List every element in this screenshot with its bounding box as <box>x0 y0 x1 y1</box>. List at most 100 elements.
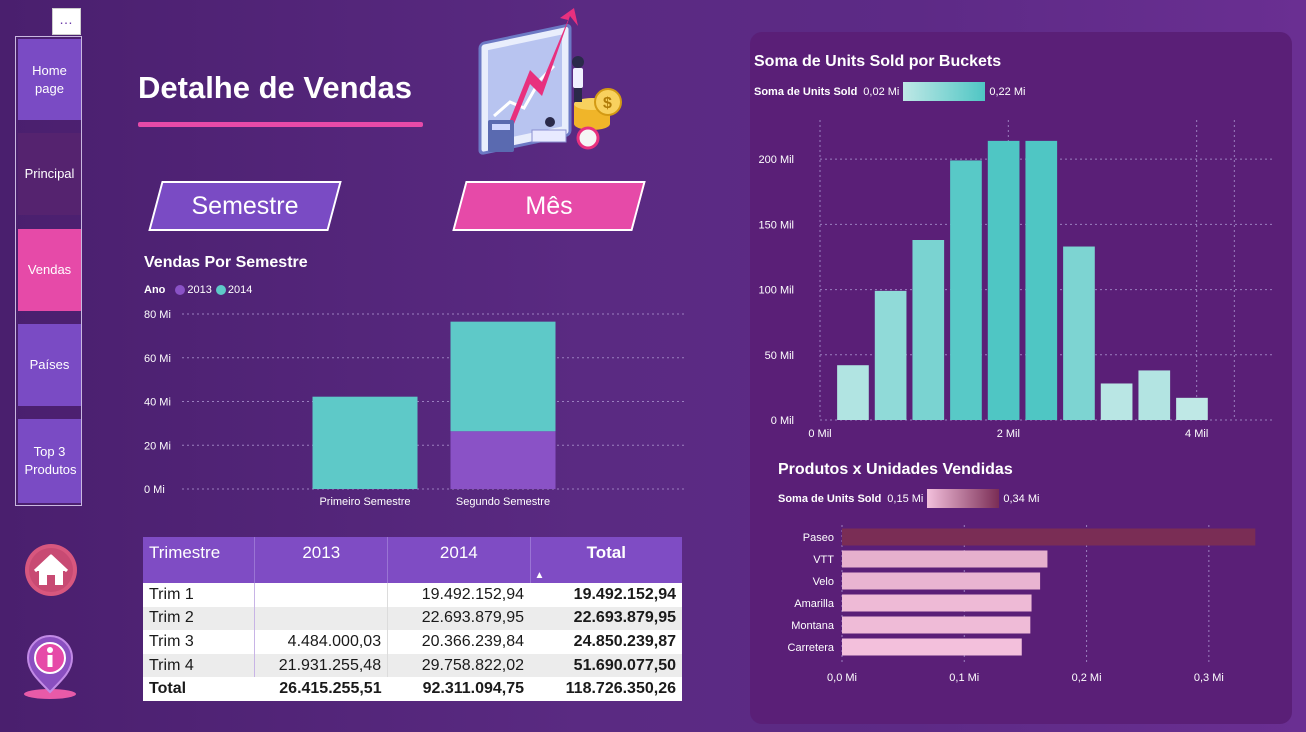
legend-min: 0,15 Mi <box>887 492 924 505</box>
bucket-bar-9 <box>1138 370 1171 420</box>
x-tick-label: Primeiro Semestre <box>319 496 410 508</box>
x-tick-label: 0,3 Mi <box>1194 672 1224 684</box>
cell-total: 19.492.152,94 <box>530 583 682 607</box>
more-options-button[interactable]: … <box>52 8 81 35</box>
product-bar-amarilla <box>842 594 1032 612</box>
y-tick-label: Paseo <box>803 532 834 544</box>
legend-swatch-2014 <box>215 285 226 295</box>
y-tick-label: 150 Mil <box>759 219 794 231</box>
y-tick-label: Velo <box>813 576 834 588</box>
table-row[interactable]: Trim 2 22.693.879,95 22.693.879,95 <box>143 606 682 631</box>
x-tick-label: 0,0 Mi <box>827 672 857 684</box>
y-tick-label: 50 Mil <box>765 350 794 362</box>
total-2013: 26.415.255,51 <box>254 677 388 701</box>
cell-total: 24.850.239,87 <box>530 630 682 654</box>
table-row[interactable]: Trim 4 21.931.255,48 29.758.822,02 51.690.0… <box>143 653 682 678</box>
product-bar-vtt <box>842 550 1048 568</box>
info-pin-icon[interactable] <box>22 634 78 700</box>
mes-button-label: Mês <box>525 191 573 220</box>
buckets-chart-title: Soma de Units Sold por Buckets <box>754 53 1002 70</box>
title-underline <box>138 122 423 127</box>
column-header-2014[interactable]: 2014 <box>387 537 531 583</box>
x-tick-label: 0,2 Mi <box>1072 672 1102 684</box>
y-tick-label: Amarilla <box>794 598 835 610</box>
total-2014: 92.311.094,75 <box>387 677 531 701</box>
table-row[interactable]: Trim 1 19.492.152,94 19.492.152,94 <box>143 583 682 607</box>
nav-label: Top 3 Produtos <box>24 444 77 477</box>
cell-2013 <box>254 583 388 607</box>
legend-title: Soma de Units Sold <box>778 492 882 505</box>
sales-growth-illustration: $ <box>478 8 622 155</box>
nav-home-page[interactable]: Home page <box>18 39 81 120</box>
bucket-bar-5 <box>987 140 1020 420</box>
y-tick-label: 60 Mi <box>144 353 171 365</box>
semestre-chart: 0 Mi 20 Mi 40 Mi 60 Mi 80 Mi Primeiro Semestr… <box>144 309 685 508</box>
produtos-chart-title: Produtos x Unidades Vendidas <box>778 461 1013 478</box>
bar-2014-1 <box>312 396 418 489</box>
cell-total: 22.693.879,95 <box>530 606 682 631</box>
buckets-chart: 0 Mil 50 Mil 100 Mil 150 Mil 200 Mil 0 Mil 2 M… <box>759 120 1272 440</box>
bucket-bar-10 <box>1176 397 1208 420</box>
column-header-total[interactable]: Total ▲ <box>529 537 682 583</box>
y-tick-label: 100 Mil <box>759 285 794 297</box>
bucket-bar-7 <box>1063 246 1095 420</box>
cell-2014: 22.693.879,95 <box>387 606 531 631</box>
nav-label: Principal <box>24 166 75 181</box>
legend-title: Ano <box>144 284 166 296</box>
cell-trimestre: Trim 2 <box>143 606 255 631</box>
cell-trimestre: Trim 1 <box>143 583 255 607</box>
product-bar-velo <box>842 572 1041 590</box>
cell-2013 <box>254 606 388 631</box>
product-bar-carretera <box>842 638 1022 656</box>
y-tick-label: Carretera <box>788 642 835 654</box>
nav-principal[interactable]: Principal <box>18 133 81 215</box>
bucket-bar-3 <box>912 240 945 420</box>
legend-gradient <box>927 489 1000 508</box>
y-tick-label: 80 Mi <box>144 309 171 321</box>
table-row[interactable]: Trim 3 4.484.000,03 20.366.239,84 24.850.23… <box>143 630 682 654</box>
y-tick-label: 40 Mi <box>144 397 171 409</box>
cell-trimestre: Trim 4 <box>143 653 255 678</box>
svg-text:$: $ <box>603 95 612 112</box>
semestre-button[interactable]: Semestre <box>148 181 342 231</box>
column-header-total-label: Total <box>586 543 626 562</box>
y-tick-label: VTT <box>813 554 834 566</box>
produtos-chart: 0,0 Mi 0,1 Mi 0,2 Mi 0,3 Mi Paseo VTT Velo Amar… <box>788 525 1256 684</box>
column-header-trimestre[interactable]: Trimestre <box>143 537 255 583</box>
nav-top3-produtos[interactable]: Top 3 Produtos <box>18 419 81 503</box>
legend-max: 0,34 Mi <box>1003 492 1040 505</box>
bucket-bar-6 <box>1025 140 1058 420</box>
page-title: Detalhe de Vendas <box>138 70 412 105</box>
cell-2013: 4.484.000,03 <box>254 630 388 654</box>
cell-trimestre: Trim 3 <box>143 630 255 654</box>
nav-vendas[interactable]: Vendas <box>18 229 81 311</box>
sales-matrix-table: Trimestre 2013 2014 Total ▲ Trim 1 19.492… <box>143 537 682 701</box>
product-bar-paseo <box>842 528 1256 546</box>
legend-max: 0,22 Mi <box>989 85 1026 98</box>
cell-2014: 20.366.239,84 <box>387 630 531 654</box>
y-tick-label: 20 Mi <box>144 440 171 452</box>
table-header-row: Trimestre 2013 2014 Total ▲ <box>143 537 682 583</box>
legend-min: 0,02 Mi <box>863 85 900 98</box>
nav-label: Home page <box>32 62 67 96</box>
total-grand: 118.726.350,26 <box>530 677 682 701</box>
bucket-bar-1 <box>837 365 869 420</box>
nav-label: Vendas <box>27 262 72 277</box>
cell-2014: 29.758.822,02 <box>387 653 531 678</box>
legend-item-2013: 2013 <box>187 284 212 296</box>
home-icon[interactable] <box>23 542 79 598</box>
y-tick-label: 200 Mil <box>759 154 794 166</box>
cell-2013: 21.931.255,48 <box>254 653 388 678</box>
legend-item-2014: 2014 <box>227 284 253 296</box>
bar-2013-2 <box>450 431 556 489</box>
y-tick-label: Montana <box>791 620 835 632</box>
column-header-2013[interactable]: 2013 <box>254 537 388 583</box>
nav-label: Países <box>29 357 70 372</box>
mes-button[interactable]: Mês <box>452 181 646 231</box>
cell-2014: 19.492.152,94 <box>387 583 531 607</box>
nav-paises[interactable]: Países <box>18 324 81 406</box>
y-tick-label: 0 Mil <box>771 415 794 427</box>
semestre-button-label: Semestre <box>191 191 299 220</box>
legend-title: Soma de Units Sold <box>754 85 858 98</box>
x-tick-label: 0,1 Mi <box>949 672 979 684</box>
